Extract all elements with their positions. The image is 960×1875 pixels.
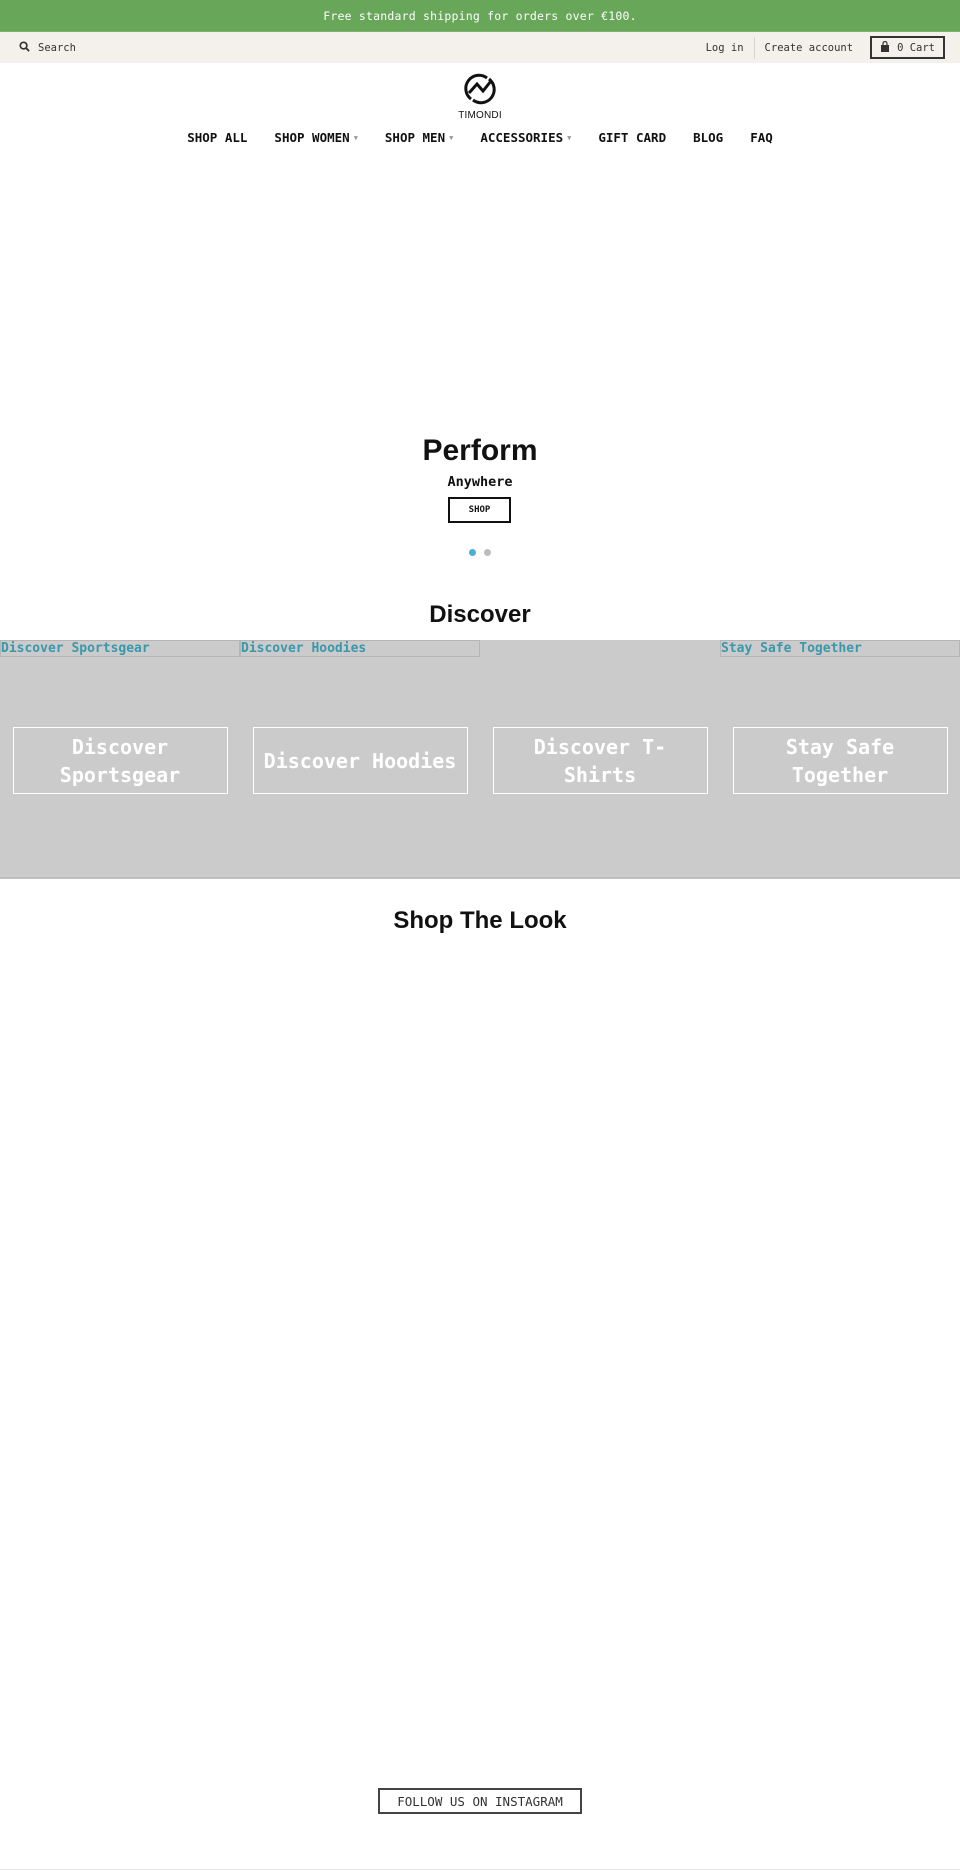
nav-item-shop-all[interactable]: SHOP ALL xyxy=(174,130,261,145)
announcement-text: Free standard shipping for orders over €… xyxy=(323,8,637,23)
collection-card-sportsgear[interactable]: Discover Sportsgear xyxy=(12,727,228,794)
collection-link-stay-safe[interactable]: Stay Safe Together xyxy=(720,640,960,657)
shopping-bag-icon xyxy=(880,40,890,55)
nav-label: ACCESSORIES xyxy=(480,130,564,145)
login-link[interactable]: Log in xyxy=(696,32,754,63)
hero-shop-button[interactable]: SHOP xyxy=(448,497,511,523)
collection-card-tshirts[interactable]: Discover T-Shirts xyxy=(492,727,708,794)
hero-subtitle: Anywhere xyxy=(447,474,513,490)
chevron-down-icon: ▼ xyxy=(353,133,358,142)
nav-label: BLOG xyxy=(693,130,724,145)
nav-item-faq[interactable]: FAQ xyxy=(737,130,787,145)
collection-link-hoodies[interactable]: Discover Hoodies xyxy=(240,640,480,657)
shop-the-look-heading: Shop The Look xyxy=(393,907,567,934)
timondi-logo-icon xyxy=(463,73,497,109)
utility-bar: Search Log in Create account 0 Cart xyxy=(0,31,960,63)
create-account-link[interactable]: Create account xyxy=(755,32,864,63)
search-button[interactable]: Search xyxy=(19,40,76,55)
discover-heading: Discover xyxy=(429,601,531,628)
announcement-bar: Free standard shipping for orders over €… xyxy=(0,0,960,31)
chevron-down-icon: ▼ xyxy=(449,133,454,142)
cart-label: 0 Cart xyxy=(897,41,935,54)
follow-instagram-button[interactable]: FOLLOW US ON INSTAGRAM xyxy=(378,1788,582,1814)
nav-item-shop-men[interactable]: SHOP MEN ▼ xyxy=(371,130,466,145)
collection-card-hoodies[interactable]: Discover Hoodies xyxy=(252,727,468,794)
main-nav: SHOP ALL SHOP WOMEN ▼ SHOP MEN ▼ ACCESSORI… xyxy=(0,121,960,151)
collection-link-sportsgear[interactable]: Discover Sportsgear xyxy=(0,640,240,657)
collection-card-stay-safe[interactable]: Stay Safe Together xyxy=(732,727,948,794)
footer-divider xyxy=(0,1869,960,1870)
nav-label: SHOP MEN xyxy=(384,130,446,145)
collection-grid: Discover Sportsgear Discover Hoodies Sta… xyxy=(0,640,960,879)
nav-label: SHOP ALL xyxy=(187,130,248,145)
search-icon xyxy=(19,40,30,55)
nav-label: GIFT CARD xyxy=(598,130,667,145)
search-label: Search xyxy=(38,41,76,54)
slide-dot-2[interactable] xyxy=(484,549,491,556)
nav-item-accessories[interactable]: ACCESSORIES ▼ xyxy=(467,130,585,145)
nav-item-blog[interactable]: BLOG xyxy=(680,130,737,145)
nav-item-shop-women[interactable]: SHOP WOMEN ▼ xyxy=(261,130,371,145)
hero-slideshow: Perform Anywhere SHOP xyxy=(0,151,960,591)
hero-title: Perform xyxy=(422,434,538,467)
chevron-down-icon: ▼ xyxy=(567,133,572,142)
nav-item-gift-card[interactable]: GIFT CARD xyxy=(585,130,680,145)
divider xyxy=(0,877,960,879)
logo-text: TIMONDI xyxy=(458,110,502,121)
nav-label: SHOP WOMEN xyxy=(274,130,350,145)
collection-link-tshirts[interactable] xyxy=(480,640,720,657)
cart-button[interactable]: 0 Cart xyxy=(870,36,945,59)
nav-label: FAQ xyxy=(750,130,773,145)
slide-dot-1[interactable] xyxy=(469,549,476,556)
logo[interactable]: TIMONDI xyxy=(0,63,960,121)
slide-dots xyxy=(0,549,960,556)
